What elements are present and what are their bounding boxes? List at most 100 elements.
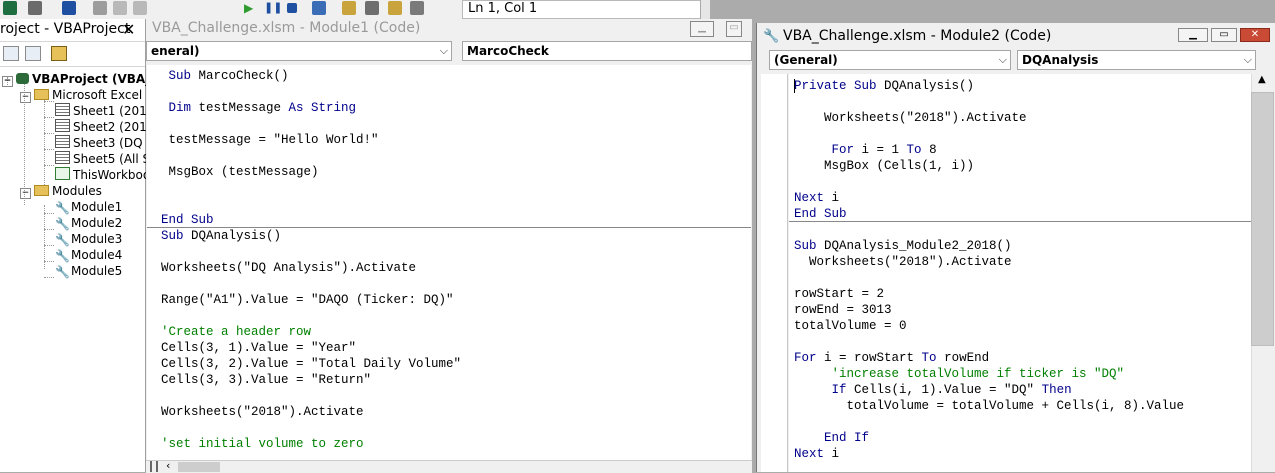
project-explorer-icon[interactable] (342, 1, 356, 15)
toggle-folders-icon[interactable] (51, 46, 67, 61)
chevron-down-icon: ⌵ (439, 44, 448, 57)
collapse-icon[interactable]: − (2, 76, 13, 87)
tree-node-module[interactable]: 🔧Module4 (55, 247, 122, 263)
module2-titlebar[interactable]: 🔧 VBA_Challenge.xlsm - Module2 (Code) ▁ … (757, 23, 1275, 49)
code-line[interactable]: rowStart = 2 (794, 286, 884, 302)
tree-node-module[interactable]: 🔧Module1 (55, 199, 122, 215)
module-icon: 🔧 (55, 216, 70, 231)
paste-icon[interactable] (133, 1, 147, 15)
vba-project-icon (16, 73, 29, 84)
pause-icon[interactable]: ❚❚ (264, 1, 282, 15)
tree-node-label: Sheet3 (DQ A (73, 136, 155, 150)
tree-node-sheet[interactable]: Sheet2 (2018 (55, 119, 154, 135)
design-mode-icon[interactable] (312, 1, 326, 15)
collapse-icon[interactable]: − (20, 92, 31, 103)
code-line[interactable]: If Cells(i, 1).Value = "DQ" Then (794, 382, 1072, 398)
code-line[interactable]: Cells(3, 2).Value = "Total Daily Volume" (161, 356, 461, 372)
excel-icon[interactable] (3, 1, 17, 15)
view-object-icon[interactable] (25, 46, 41, 61)
toolbar-overflow-handle[interactable] (700, 0, 710, 19)
code-line[interactable]: End Sub (161, 212, 214, 228)
code-line[interactable]: For i = 1 To 8 (794, 142, 937, 158)
code-line[interactable]: MsgBox (testMessage) (161, 164, 319, 180)
run-icon[interactable]: ▶ (244, 1, 258, 15)
scrollbar-thumb[interactable] (178, 462, 220, 472)
view-code-icon[interactable] (3, 46, 19, 61)
code-line[interactable]: MsgBox (Cells(1, i)) (794, 158, 974, 174)
module1-horizontal-scrollbar[interactable]: ‹ (146, 459, 752, 473)
workbook-icon (55, 167, 70, 180)
copy-icon[interactable] (113, 1, 127, 15)
scrollbar-thumb[interactable] (1251, 92, 1274, 346)
tree-node-vbaproject[interactable]: − VBAProject (VBA_C (2, 71, 160, 87)
tree-node-label: Sheet1 (2017 (73, 104, 155, 118)
module1-object-dropdown[interactable]: eneral) ⌵ (146, 41, 452, 61)
code-line[interactable]: Worksheets("2018").Activate (161, 404, 364, 420)
scroll-left-icon[interactable]: ‹ (166, 459, 170, 472)
code-line[interactable]: For i = rowStart To rowEnd (794, 350, 989, 366)
tree-node-label: Sheet5 (All St (73, 152, 155, 166)
code-line[interactable]: Worksheets("DQ Analysis").Activate (161, 260, 416, 276)
tree-node-module[interactable]: 🔧Module2 (55, 215, 122, 231)
split-bar-icon[interactable] (150, 461, 158, 472)
code-line[interactable]: Sub DQAnalysis_Module2_2018() (794, 238, 1012, 254)
module1-code-editor[interactable]: Sub MarcoCheck() Dim testMessage As Stri… (147, 65, 751, 460)
tree-node-module[interactable]: 🔧Module3 (55, 231, 122, 247)
code-line[interactable]: Sub MarcoCheck() (161, 68, 289, 84)
code-line[interactable]: Sub DQAnalysis() (161, 228, 281, 244)
maximize-button[interactable]: ▭ (726, 21, 742, 37)
toolbox-icon[interactable] (410, 1, 424, 15)
code-line[interactable]: totalVolume = totalVolume + Cells(i, 8).… (794, 398, 1185, 414)
code-line[interactable]: rowEnd = 3013 (794, 302, 892, 318)
code-line[interactable]: totalVolume = 0 (794, 318, 907, 334)
module1-code-window: VBA_Challenge.xlsm - Module1 (Code) ▁ ▭ … (146, 19, 752, 473)
properties-icon[interactable] (365, 1, 379, 15)
tree-node-thisworkbook[interactable]: ThisWorkbook (55, 167, 157, 183)
tree-node-modules-folder[interactable]: − Modules (20, 183, 102, 199)
code-line[interactable]: 'increase totalVolume if ticker is "DQ" (794, 366, 1125, 382)
code-line[interactable]: Private Sub DQAnalysis() (794, 78, 974, 94)
code-line[interactable]: 'set initial volume to zero (161, 436, 364, 452)
module2-object-dropdown[interactable]: (General) ⌵ (769, 50, 1011, 70)
module-icon: 🔧 (55, 264, 70, 279)
code-line[interactable]: Next i (794, 190, 839, 206)
procedure-separator (147, 227, 751, 228)
code-line[interactable]: testMessage = "Hello World!" (161, 132, 379, 148)
collapse-icon[interactable]: − (20, 188, 31, 199)
tree-node-excel-objects[interactable]: − Microsoft Excel Ob (20, 87, 163, 103)
save-icon[interactable] (62, 1, 76, 15)
tree-node-module[interactable]: 🔧Module5 (55, 263, 122, 279)
cut-icon[interactable] (93, 1, 107, 15)
module-icon: 🔧 (55, 200, 70, 215)
object-browser-icon[interactable] (388, 1, 402, 15)
maximize-button[interactable]: ▭ (1211, 28, 1237, 42)
text-cursor (794, 79, 795, 93)
code-line[interactable]: Range("A1").Value = "DAQO (Ticker: DQ)" (161, 292, 454, 308)
code-line[interactable]: End Sub (794, 206, 847, 222)
code-line[interactable]: Next i (794, 446, 839, 462)
stop-icon[interactable] (287, 3, 297, 13)
insert-module-icon[interactable] (28, 1, 42, 15)
close-icon[interactable]: ✕ (122, 20, 135, 39)
code-line[interactable]: 'Create a header row (161, 324, 311, 340)
close-button[interactable]: ✕ (1240, 28, 1270, 42)
module2-code-editor[interactable]: Private Sub DQAnalysis() Worksheets("201… (789, 74, 1251, 472)
code-line[interactable]: Cells(3, 1).Value = "Year" (161, 340, 356, 356)
scroll-up-icon[interactable]: ▲ (1258, 74, 1266, 85)
tree-node-label: Modules (52, 184, 102, 198)
dropdown-value: MarcoCheck (467, 44, 549, 58)
tree-node-sheet[interactable]: Sheet3 (DQ A (55, 135, 155, 151)
module1-titlebar[interactable]: VBA_Challenge.xlsm - Module1 (Code) ▁ ▭ (146, 19, 752, 39)
minimize-button[interactable]: ▁ (1178, 28, 1208, 42)
code-line[interactable]: End If (794, 430, 869, 446)
code-line[interactable]: Dim testMessage As String (161, 100, 357, 116)
tree-node-sheet[interactable]: Sheet1 (2017 (55, 103, 154, 119)
code-line[interactable]: Cells(3, 3).Value = "Return" (161, 372, 371, 388)
code-line[interactable]: Worksheets("2018").Activate (794, 254, 1012, 270)
minimize-button[interactable]: ▁ (690, 21, 714, 37)
module2-margin-indicator-bar[interactable] (761, 74, 788, 472)
code-line[interactable]: Worksheets("2018").Activate (794, 110, 1027, 126)
module2-procedure-dropdown[interactable]: DQAnalysis ⌵ (1017, 50, 1256, 70)
tree-node-sheet[interactable]: Sheet5 (All St (55, 151, 155, 167)
module1-procedure-dropdown[interactable]: MarcoCheck (462, 41, 752, 61)
